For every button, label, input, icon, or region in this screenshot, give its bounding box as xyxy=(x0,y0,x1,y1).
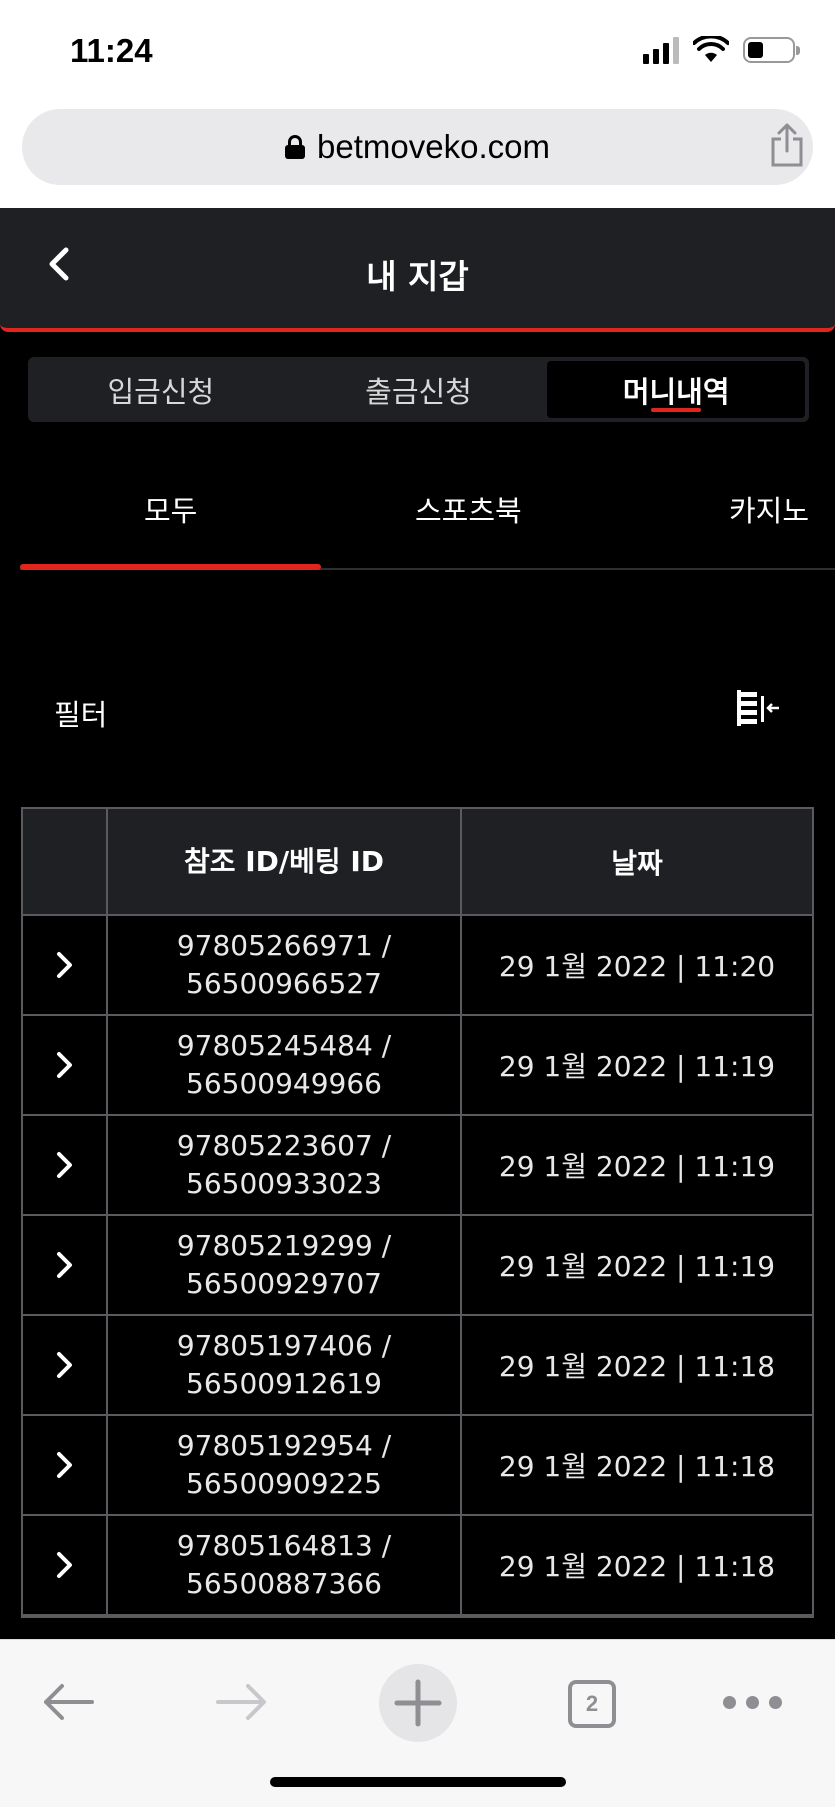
category-tab-casino[interactable]: 카지노 xyxy=(729,488,809,530)
date-cell: 29 1월 2022 | 11:18 xyxy=(498,1550,776,1583)
ref-bet-id-cell: 97805197406 / 56500912619 xyxy=(108,1316,462,1414)
bet-id: 56500929707 xyxy=(186,1267,382,1300)
ref-bet-id-cell: 97805192954 / 56500909225 xyxy=(108,1416,462,1514)
bet-id: 56500966527 xyxy=(186,967,382,1000)
table-header-row: 참조 ID/베팅 ID 날짜 xyxy=(23,809,812,916)
ref-id: 97805219299 / xyxy=(176,1229,392,1262)
table-row[interactable]: 97805223607 / 56500933023 29 1월 2022 | 11:… xyxy=(23,1116,812,1216)
new-tab-button[interactable] xyxy=(379,1664,457,1742)
chevron-right-icon xyxy=(56,1052,72,1078)
category-tabs: 모두 스포츠북 카지노 xyxy=(20,470,835,570)
share-icon[interactable] xyxy=(769,123,805,167)
date-cell: 29 1월 2022 | 11:19 xyxy=(498,1150,776,1183)
tab-money-history[interactable]: 머니내역 xyxy=(547,361,806,418)
status-time: 11:24 xyxy=(70,32,153,69)
header-ref-bet-id: 참조 ID/베팅 ID xyxy=(108,809,462,914)
expand-cell[interactable] xyxy=(23,1516,108,1614)
table-row[interactable]: 97805164813 / 56500887366 29 1월 2022 | 11:… xyxy=(23,1516,812,1616)
chevron-right-icon xyxy=(56,1152,72,1178)
expand-cell[interactable] xyxy=(23,1416,108,1514)
status-bar: 11:24 xyxy=(0,0,835,105)
page-title: 내 지갑 xyxy=(366,257,469,296)
more-options-icon[interactable] xyxy=(723,1696,782,1709)
tab-deposit-request[interactable]: 입금신청 xyxy=(32,361,290,418)
plus-icon xyxy=(394,1679,442,1727)
date-cell: 29 1월 2022 | 11:18 xyxy=(498,1350,776,1383)
table-row[interactable]: 97805192954 / 56500909225 29 1월 2022 | 11:… xyxy=(23,1416,812,1516)
home-indicator xyxy=(270,1777,566,1787)
category-tab-sportsbook[interactable]: 스포츠북 xyxy=(415,488,522,530)
ref-id: 97805197406 / xyxy=(176,1329,392,1362)
wifi-icon xyxy=(693,36,729,62)
tabs-count-button[interactable]: 2 xyxy=(568,1680,616,1728)
ref-bet-id-cell: 97805245484 / 56500949966 xyxy=(108,1016,462,1114)
browser-address-area: betmoveko.com xyxy=(0,105,835,208)
bet-id: 56500933023 xyxy=(186,1167,382,1200)
bet-id: 56500949966 xyxy=(186,1067,382,1100)
ref-bet-id-cell: 97805219299 / 56500929707 xyxy=(108,1216,462,1314)
expand-cell[interactable] xyxy=(23,916,108,1014)
tab-withdraw-request[interactable]: 출금신청 xyxy=(290,361,548,418)
chevron-right-icon xyxy=(56,1252,72,1278)
status-icons xyxy=(643,36,800,64)
table-row[interactable]: 97805197406 / 56500912619 29 1월 2022 | 11:… xyxy=(23,1316,812,1416)
ref-id: 97805164813 / xyxy=(176,1529,392,1562)
browser-forward-icon[interactable] xyxy=(214,1680,270,1724)
expand-cell[interactable] xyxy=(23,1316,108,1414)
table-row[interactable]: 97805219299 / 56500929707 29 1월 2022 | 11:… xyxy=(23,1216,812,1316)
wallet-tabs: 입금신청 출금신청 머니내역 xyxy=(28,357,809,422)
expand-cell[interactable] xyxy=(23,1216,108,1314)
cellular-signal-icon xyxy=(643,36,679,64)
chevron-right-icon xyxy=(56,952,72,978)
table-row[interactable]: 97805266971 / 56500966527 29 1월 2022 | 11:… xyxy=(23,916,812,1016)
money-history-table: 참조 ID/베팅 ID 날짜 97805266971 / 56500966527 2… xyxy=(21,807,814,1618)
header-expand-cell xyxy=(23,809,108,914)
chevron-right-icon xyxy=(56,1552,72,1578)
url-text: betmoveko.com xyxy=(317,128,550,165)
battery-icon xyxy=(743,37,800,63)
filter-label[interactable]: 필터 xyxy=(54,692,107,734)
browser-back-icon[interactable] xyxy=(40,1680,96,1724)
bet-id: 56500887366 xyxy=(186,1567,382,1600)
ref-id: 97805266971 / xyxy=(176,929,392,962)
date-cell: 29 1월 2022 | 11:18 xyxy=(498,1450,776,1483)
address-bar[interactable]: betmoveko.com xyxy=(22,109,813,185)
filter-toggle-icon[interactable] xyxy=(735,688,781,728)
chevron-right-icon xyxy=(56,1352,72,1378)
app-header: 내 지갑 xyxy=(0,208,835,332)
bet-id: 56500912619 xyxy=(186,1367,382,1400)
ref-bet-id-cell: 97805223607 / 56500933023 xyxy=(108,1116,462,1214)
ref-id: 97805192954 / xyxy=(176,1429,392,1462)
expand-cell[interactable] xyxy=(23,1016,108,1114)
active-tab-indicator xyxy=(20,564,321,570)
ref-id: 97805245484 / xyxy=(176,1029,392,1062)
header-date: 날짜 xyxy=(611,846,663,880)
lock-icon xyxy=(285,135,306,159)
category-tab-all[interactable]: 모두 xyxy=(144,488,197,530)
chevron-right-icon xyxy=(56,1452,72,1478)
ref-id: 97805223607 / xyxy=(176,1129,392,1162)
date-cell: 29 1월 2022 | 11:19 xyxy=(498,1050,776,1083)
table-row[interactable]: 97805245484 / 56500949966 29 1월 2022 | 11:… xyxy=(23,1016,812,1116)
ref-bet-id-cell: 97805164813 / 56500887366 xyxy=(108,1516,462,1614)
bet-id: 56500909225 xyxy=(186,1467,382,1500)
ref-bet-id-cell: 97805266971 / 56500966527 xyxy=(108,916,462,1014)
date-cell: 29 1월 2022 | 11:19 xyxy=(498,1250,776,1283)
date-cell: 29 1월 2022 | 11:20 xyxy=(498,950,776,983)
expand-cell[interactable] xyxy=(23,1116,108,1214)
